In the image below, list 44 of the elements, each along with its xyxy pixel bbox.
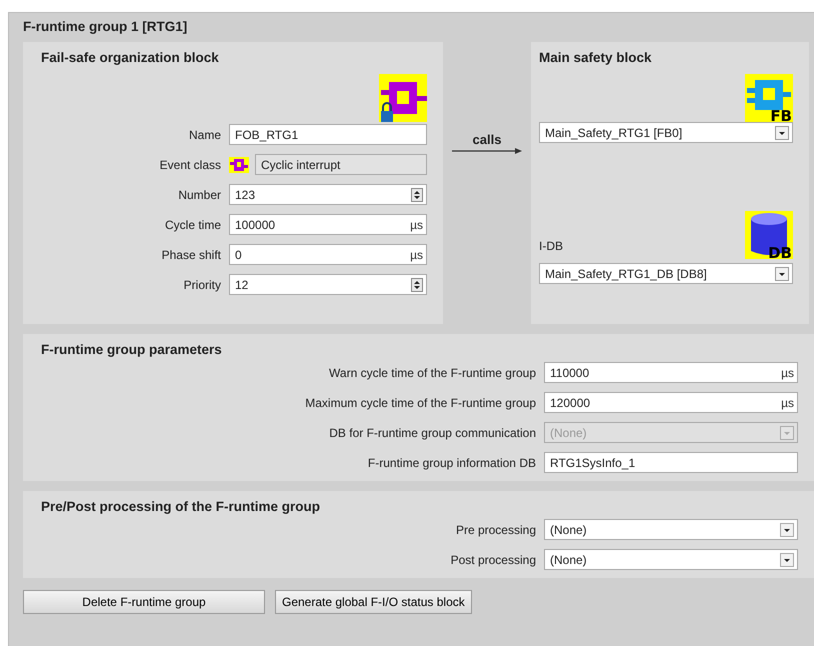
field-label: Warn cycle time of the F-runtime group bbox=[328, 366, 536, 380]
delete-button[interactable]: Delete F-runtime group bbox=[23, 590, 265, 614]
block-icon bbox=[229, 156, 249, 172]
section-title: F-runtime group parameters bbox=[41, 342, 223, 359]
unit-label: µs bbox=[781, 366, 794, 380]
field-label: DB for F-runtime group communication bbox=[328, 426, 536, 440]
field-label: F-runtime group information DB bbox=[366, 456, 536, 470]
instance-db-dropdown[interactable]: Main_Safety_RTG1_DB [DB8] bbox=[539, 263, 793, 284]
time-field[interactable]: 100000 µs bbox=[229, 214, 427, 235]
block-dropdown[interactable]: Main_Safety_RTG1 [FB0] bbox=[539, 122, 793, 143]
unit-label: µs bbox=[410, 218, 423, 232]
field-label: Maximum cycle time of the F-runtime group bbox=[304, 396, 536, 410]
function-block-icon: FB bbox=[745, 74, 793, 122]
unit-label: µs bbox=[781, 396, 794, 410]
generate-button[interactable]: Generate global F-I/O status block bbox=[275, 590, 472, 614]
spinner-icon[interactable] bbox=[411, 278, 423, 292]
field-label: Number bbox=[177, 188, 221, 202]
field-label: Pre processing bbox=[454, 522, 536, 536]
section-title: Main safety block bbox=[539, 50, 653, 67]
dropdown[interactable]: (None) bbox=[544, 519, 798, 540]
dropdown[interactable]: (None) bbox=[544, 549, 798, 570]
event-class-field: Cyclic interrupt bbox=[255, 154, 427, 175]
number-field[interactable]: 123 bbox=[229, 184, 427, 205]
field-label: Event class bbox=[158, 158, 221, 172]
arrow bbox=[452, 147, 522, 155]
time-field[interactable]: 0 µs bbox=[229, 244, 427, 265]
group-title: F-runtime group 1 [RTG1] bbox=[23, 19, 188, 34]
field-label: Phase shift bbox=[160, 248, 221, 262]
number-field[interactable]: 12 bbox=[229, 274, 427, 295]
field-label: Name bbox=[188, 128, 221, 142]
spinner-icon[interactable] bbox=[411, 188, 423, 202]
time-field[interactable]: 120000 µs bbox=[544, 392, 798, 413]
section-title: Pre/Post processing of the F-runtime group bbox=[41, 499, 322, 516]
time-field[interactable]: 110000 µs bbox=[544, 362, 798, 383]
text-field[interactable]: RTG1SysInfo_1 bbox=[544, 452, 798, 473]
section-title: Fail-safe organization block bbox=[41, 50, 220, 67]
locked-block-icon bbox=[379, 74, 427, 122]
field-label: I-DB bbox=[539, 239, 563, 255]
field-label: Post processing bbox=[450, 552, 536, 566]
field-label: Cycle time bbox=[164, 218, 221, 232]
unit-label: µs bbox=[410, 248, 423, 262]
text-field[interactable]: FOB_RTG1 bbox=[229, 124, 427, 145]
calls-label: calls bbox=[472, 132, 502, 147]
field-label: Priority bbox=[182, 278, 221, 292]
